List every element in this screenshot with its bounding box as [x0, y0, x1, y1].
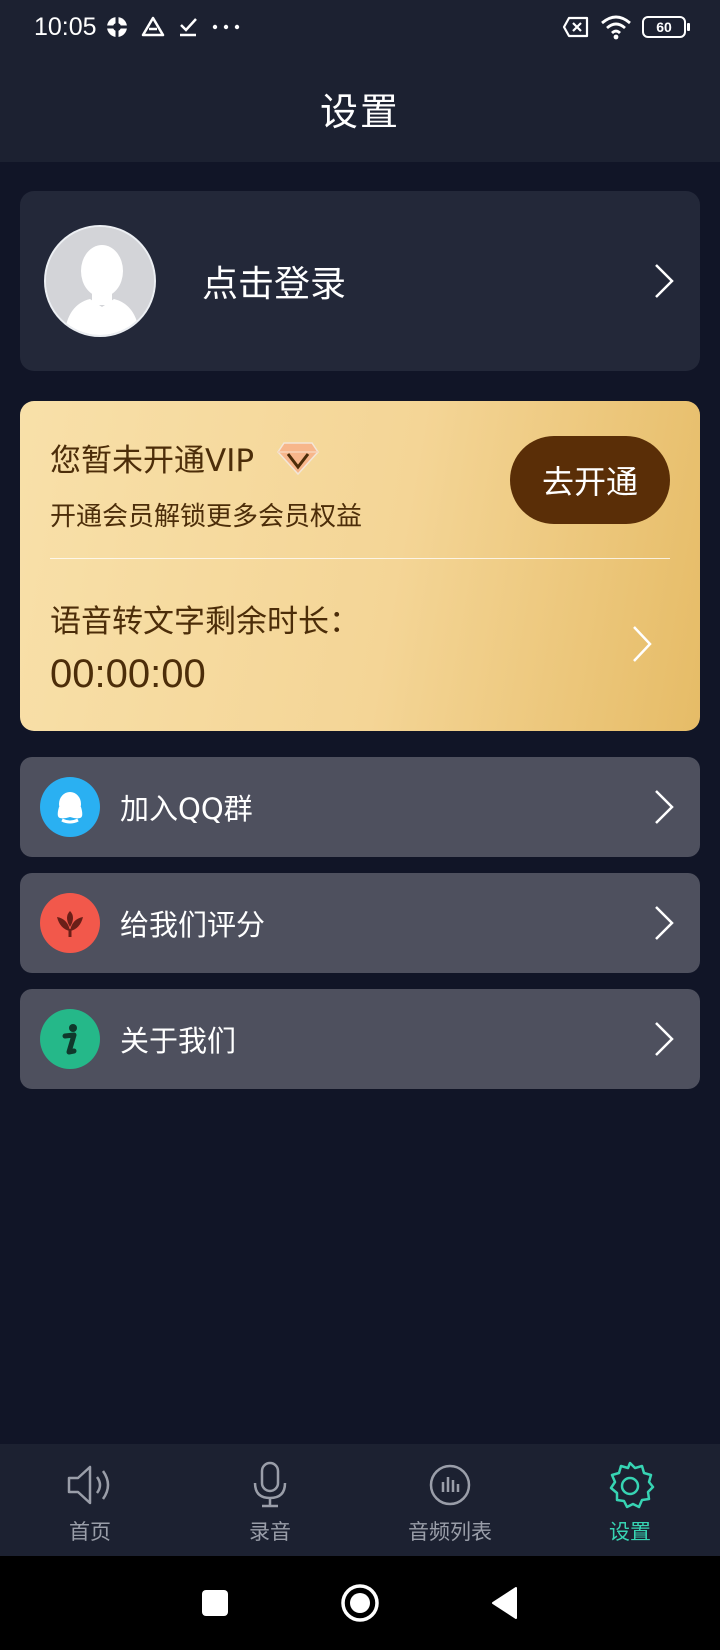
settings-screen: 10:05 60 设置 点击登录 您暂未开通VIP 开通会员解锁更多会员权益 去… [0, 0, 720, 1650]
system-nav-bar [0, 1556, 720, 1650]
diamond-icon [277, 441, 319, 475]
login-label: 点击登录 [202, 264, 347, 305]
wifi-icon [601, 15, 631, 40]
menu-item-label: 关于我们 [120, 1024, 237, 1058]
qq-icon [40, 777, 100, 837]
menu-item-label: 加入QQ群 [120, 792, 253, 826]
app-notification-icon [106, 17, 127, 37]
recent-apps-icon[interactable] [200, 1588, 230, 1618]
nav-label: 录音 [249, 1520, 291, 1544]
nav-label: 设置 [609, 1520, 651, 1544]
microphone-icon [253, 1461, 287, 1508]
nav-item-settings[interactable]: 设置 [540, 1444, 720, 1556]
avatar[interactable] [44, 225, 156, 337]
page-title: 设置 [319, 89, 400, 134]
drive-icon [141, 16, 164, 37]
chevron-right-icon [655, 906, 674, 940]
remaining-time-label: 语音转文字剩余时长： [50, 604, 360, 640]
chevron-right-icon [655, 1022, 674, 1056]
remaining-time-value: 00:00:00 [50, 652, 206, 696]
vip-title-row: 您暂未开通VIP [50, 435, 320, 480]
chevron-right-icon[interactable] [630, 623, 654, 665]
divider [50, 558, 670, 559]
audio-list-icon [429, 1464, 471, 1506]
info-icon [40, 1009, 100, 1069]
nav-label: 音频列表 [408, 1520, 492, 1544]
more-dots-icon [212, 24, 239, 30]
status-right-icons: 60 [562, 14, 690, 40]
menu-item-about-us[interactable]: 关于我们 [20, 989, 700, 1089]
speaker-icon [67, 1465, 110, 1505]
home-icon[interactable] [340, 1583, 380, 1623]
menu-item-rate-us[interactable]: 给我们评分 [20, 873, 700, 973]
chevron-right-icon [655, 264, 674, 298]
menu-item-label: 给我们评分 [120, 908, 266, 942]
flower-icon [40, 893, 100, 953]
vip-subtitle: 开通会员解锁更多会员权益 [50, 502, 363, 532]
nav-item-audio-list[interactable]: 音频列表 [360, 1444, 540, 1556]
chevron-right-icon [655, 790, 674, 824]
header: 设置 [0, 54, 720, 162]
bottom-nav: 首页 录音 音频列表 设置 [0, 1444, 720, 1556]
download-done-icon [179, 18, 197, 37]
status-time: 10:05 [34, 12, 97, 41]
user-silhouette-icon [46, 227, 154, 335]
login-card[interactable]: 点击登录 [20, 191, 700, 371]
nav-item-record[interactable]: 录音 [180, 1444, 360, 1556]
vip-card: 您暂未开通VIP 开通会员解锁更多会员权益 去开通 语音转文字剩余时长： 00:… [20, 401, 700, 731]
nav-label: 首页 [69, 1520, 111, 1544]
status-left-icons [105, 15, 241, 39]
settings-icon [609, 1461, 655, 1509]
menu-item-join-qq-group[interactable]: 加入QQ群 [20, 757, 700, 857]
status-bar: 10:05 60 [0, 0, 720, 54]
vip-title: 您暂未开通VIP [50, 443, 255, 479]
back-icon[interactable] [490, 1586, 520, 1620]
nav-item-home[interactable]: 首页 [0, 1444, 180, 1556]
sim-off-icon [562, 16, 589, 38]
battery-icon: 60 [642, 16, 690, 38]
activate-vip-button[interactable]: 去开通 [510, 436, 670, 524]
